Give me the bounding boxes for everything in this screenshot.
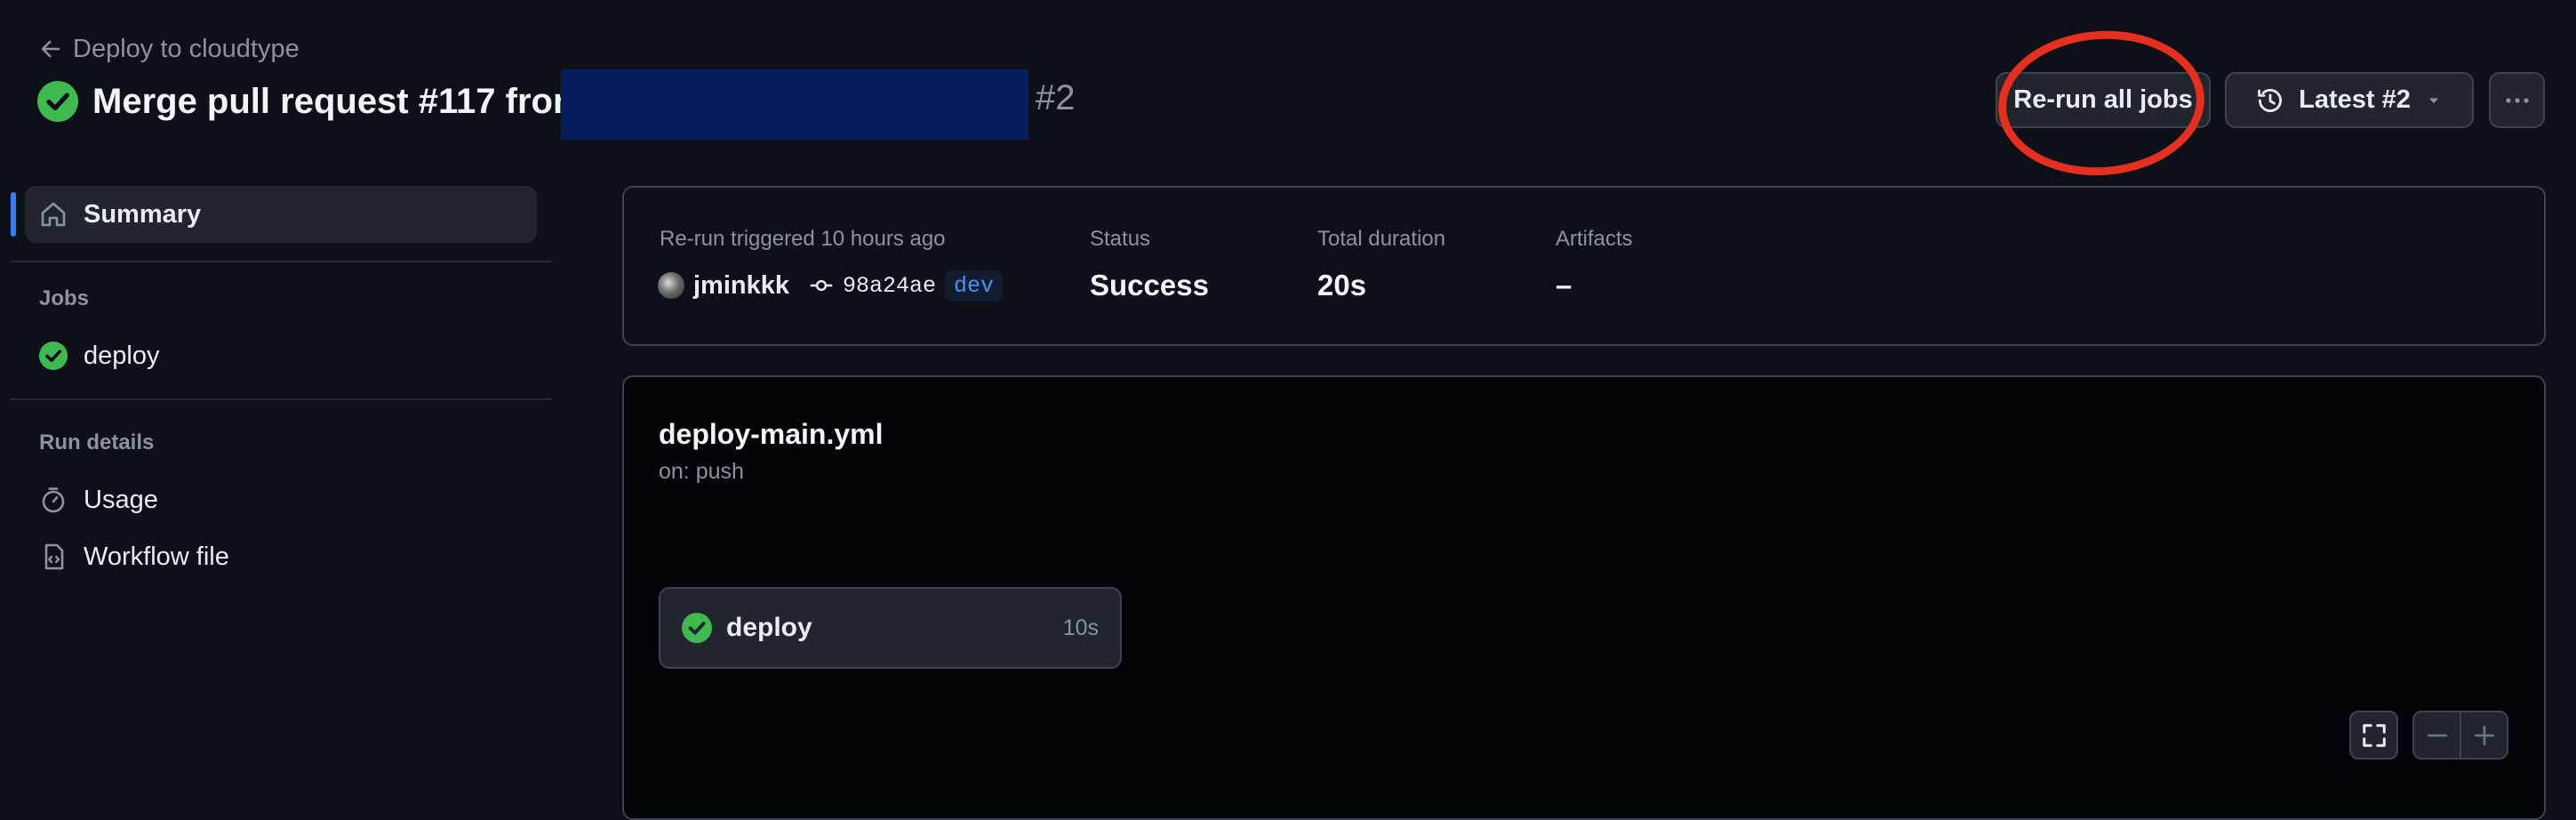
- sidebar-divider: [11, 261, 551, 262]
- zoom-controls: [2412, 711, 2508, 760]
- check-circle-icon: [682, 613, 712, 643]
- screen-full-icon: [2362, 723, 2386, 747]
- duration-label: Total duration: [1317, 227, 1446, 251]
- branch-badge[interactable]: dev: [945, 269, 1004, 301]
- job-duration: 10s: [1062, 615, 1099, 640]
- minus-icon: [2427, 734, 2447, 736]
- artifacts-label: Artifacts: [1556, 227, 1633, 251]
- rerun-all-jobs-button[interactable]: Re-run all jobs: [1996, 72, 2211, 128]
- history-icon: [2258, 88, 2283, 112]
- git-commit-icon: [810, 279, 833, 292]
- jobs-heading: Jobs: [39, 286, 90, 310]
- trigger-label: Re-run triggered 10 hours ago: [660, 227, 946, 251]
- attempt-select-button[interactable]: Latest #2: [2225, 72, 2474, 128]
- more-options-button[interactable]: [2489, 72, 2545, 128]
- zoom-in-button[interactable]: [2461, 712, 2507, 758]
- sidebar-item-workflow-file[interactable]: Workflow file: [39, 535, 229, 579]
- status-value: Success: [1090, 269, 1209, 301]
- job-name: deploy: [726, 613, 812, 642]
- actor-link[interactable]: jminkkk: [693, 271, 789, 301]
- arrow-left-icon: [41, 40, 60, 58]
- redaction-box: [561, 69, 1028, 140]
- workflow-trigger: on: push: [659, 459, 744, 484]
- stopwatch-icon: [42, 487, 65, 513]
- caret-down-icon: [2428, 98, 2438, 103]
- kebab-horizontal-icon: [2505, 97, 2529, 103]
- back-link[interactable]: Deploy to cloudtype: [39, 34, 300, 64]
- file-code-icon: [44, 543, 64, 570]
- check-circle-icon: [37, 81, 78, 122]
- trigger-info: jminkkk 98a24ae dev: [658, 269, 1004, 302]
- fullscreen-button[interactable]: [2349, 711, 2398, 760]
- plus-icon: [2474, 725, 2494, 745]
- sidebar-item-deploy[interactable]: deploy: [39, 334, 159, 378]
- check-circle-icon: [39, 342, 68, 370]
- workflow-file-name: deploy-main.yml: [659, 418, 884, 450]
- sidebar-item-usage[interactable]: Usage: [39, 478, 158, 522]
- home-icon: [41, 202, 66, 227]
- sidebar-item-label: Workflow file: [84, 542, 229, 571]
- duration-value: 20s: [1317, 269, 1367, 301]
- sidebar-item-summary[interactable]: Summary: [25, 186, 537, 243]
- attempt-label: Latest #2: [2299, 85, 2411, 114]
- sidebar-divider: [11, 398, 551, 400]
- artifacts-value: –: [1556, 269, 1572, 301]
- run-details-heading: Run details: [39, 430, 155, 454]
- rerun-label: Re-run all jobs: [2013, 85, 2193, 114]
- sidebar-item-label: Usage: [84, 485, 158, 514]
- page-title: Merge pull request #117 from: [37, 71, 585, 132]
- run-summary-card: [622, 186, 2546, 346]
- zoom-out-button[interactable]: [2414, 712, 2461, 758]
- sidebar-item-label: deploy: [84, 341, 160, 370]
- back-link-label: Deploy to cloudtype: [73, 34, 300, 63]
- job-node-deploy[interactable]: deploy 10s: [659, 587, 1122, 669]
- sidebar-item-label: Summary: [84, 199, 202, 229]
- active-indicator: [11, 192, 16, 237]
- avatar[interactable]: [658, 272, 684, 299]
- status-label: Status: [1090, 227, 1151, 251]
- run-number: #2: [1036, 78, 1076, 117]
- run-title: Merge pull request #117 from: [92, 81, 585, 121]
- commit-link[interactable]: 98a24ae: [843, 273, 936, 299]
